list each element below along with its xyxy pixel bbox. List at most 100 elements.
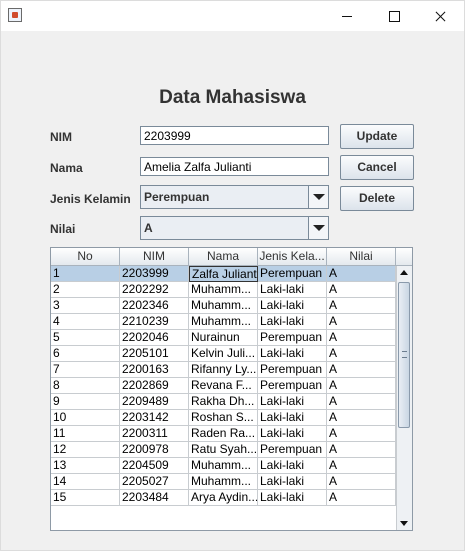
cell-jenis-kelamin[interactable]: Laki-laki: [258, 410, 327, 426]
cell-no[interactable]: 10: [51, 410, 120, 426]
mahasiswa-table[interactable]: No NIM Nama Jenis Kela... Nilai 1 2203999…: [50, 247, 413, 531]
cell-nama[interactable]: Rifanny Ly...: [189, 362, 258, 378]
chevron-down-icon[interactable]: [308, 217, 328, 239]
update-button[interactable]: Update: [340, 124, 414, 149]
cell-jenis-kelamin[interactable]: Laki-laki: [258, 426, 327, 442]
cell-jenis-kelamin[interactable]: Perempuan: [258, 362, 327, 378]
cell-no[interactable]: 6: [51, 346, 120, 362]
cell-nama[interactable]: Roshan S...: [189, 410, 258, 426]
cell-nama[interactable]: Revana F...: [189, 378, 258, 394]
title-bar[interactable]: [1, 1, 464, 31]
cell-nim[interactable]: 2203999: [120, 266, 189, 282]
vertical-scrollbar[interactable]: [396, 266, 412, 530]
cell-jenis-kelamin[interactable]: Laki-laki: [258, 490, 327, 506]
table-row[interactable]: 10 2203142 Roshan S... Laki-laki A: [51, 410, 396, 426]
cell-no[interactable]: 4: [51, 314, 120, 330]
cell-nilai[interactable]: A: [327, 346, 396, 362]
cell-nim[interactable]: 2205101: [120, 346, 189, 362]
cell-nim[interactable]: 2204509: [120, 458, 189, 474]
cell-nilai[interactable]: A: [327, 282, 396, 298]
cell-no[interactable]: 2: [51, 282, 120, 298]
cell-no[interactable]: 3: [51, 298, 120, 314]
cell-nim[interactable]: 2209489: [120, 394, 189, 410]
cell-jenis-kelamin[interactable]: Perempuan: [258, 378, 327, 394]
table-row[interactable]: 8 2202869 Revana F... Perempuan A: [51, 378, 396, 394]
cell-nilai[interactable]: A: [327, 426, 396, 442]
column-header-nim[interactable]: NIM: [120, 248, 189, 266]
cell-nama[interactable]: Muhamm...: [189, 298, 258, 314]
column-header-jenis-kelamin[interactable]: Jenis Kela...: [258, 248, 327, 266]
cell-no[interactable]: 9: [51, 394, 120, 410]
cell-nilai[interactable]: A: [327, 330, 396, 346]
cell-nim[interactable]: 2202346: [120, 298, 189, 314]
cell-jenis-kelamin[interactable]: Laki-laki: [258, 458, 327, 474]
cell-jenis-kelamin[interactable]: Perempuan: [258, 330, 327, 346]
table-row[interactable]: 9 2209489 Rakha Dh... Laki-laki A: [51, 394, 396, 410]
cell-nama[interactable]: Arya Aydin...: [189, 490, 258, 506]
cell-no[interactable]: 15: [51, 490, 120, 506]
cell-no[interactable]: 1: [51, 266, 120, 282]
cell-no[interactable]: 12: [51, 442, 120, 458]
cell-nilai[interactable]: A: [327, 410, 396, 426]
jenis-kelamin-select[interactable]: Perempuan: [140, 185, 329, 209]
table-row[interactable]: 12 2200978 Ratu Syah... Perempuan A: [51, 442, 396, 458]
cell-nama[interactable]: Ratu Syah...: [189, 442, 258, 458]
cell-nama[interactable]: Muhamm...: [189, 282, 258, 298]
column-header-no[interactable]: No: [51, 248, 120, 266]
cell-no[interactable]: 5: [51, 330, 120, 346]
column-header-nama[interactable]: Nama: [189, 248, 258, 266]
cell-nim[interactable]: 2202046: [120, 330, 189, 346]
cell-no[interactable]: 8: [51, 378, 120, 394]
cell-nim[interactable]: 2200311: [120, 426, 189, 442]
cell-nama[interactable]: Muhamm...: [189, 458, 258, 474]
table-row[interactable]: 3 2202346 Muhamm... Laki-laki A: [51, 298, 396, 314]
cell-nilai[interactable]: A: [327, 442, 396, 458]
cell-nama[interactable]: Nurainun: [189, 330, 258, 346]
cell-nim[interactable]: 2202292: [120, 282, 189, 298]
cell-nilai[interactable]: A: [327, 474, 396, 490]
cell-nim[interactable]: 2205027: [120, 474, 189, 490]
cell-nim[interactable]: 2210239: [120, 314, 189, 330]
cell-nama[interactable]: Zalfa Julianti: [189, 266, 258, 282]
cell-nilai[interactable]: A: [327, 490, 396, 506]
cell-nim[interactable]: 2203142: [120, 410, 189, 426]
cancel-button[interactable]: Cancel: [340, 155, 414, 180]
table-row[interactable]: 13 2204509 Muhamm... Laki-laki A: [51, 458, 396, 474]
nama-field[interactable]: [140, 157, 329, 176]
cell-nama[interactable]: Rakha Dh...: [189, 394, 258, 410]
cell-nilai[interactable]: A: [327, 266, 396, 282]
cell-no[interactable]: 14: [51, 474, 120, 490]
table-row[interactable]: 11 2200311 Raden Ra... Laki-laki A: [51, 426, 396, 442]
cell-nilai[interactable]: A: [327, 298, 396, 314]
scroll-up-icon[interactable]: [397, 266, 412, 280]
table-row[interactable]: 4 2210239 Muhamm... Laki-laki A: [51, 314, 396, 330]
cell-jenis-kelamin[interactable]: Perempuan: [258, 266, 327, 282]
cell-nama[interactable]: Muhamm...: [189, 474, 258, 490]
cell-jenis-kelamin[interactable]: Laki-laki: [258, 394, 327, 410]
cell-nilai[interactable]: A: [327, 394, 396, 410]
maximize-icon[interactable]: [371, 1, 417, 31]
cell-jenis-kelamin[interactable]: Perempuan: [258, 442, 327, 458]
scroll-down-icon[interactable]: [397, 516, 412, 530]
cell-no[interactable]: 11: [51, 426, 120, 442]
cell-nilai[interactable]: A: [327, 314, 396, 330]
table-row[interactable]: 7 2200163 Rifanny Ly... Perempuan A: [51, 362, 396, 378]
cell-jenis-kelamin[interactable]: Laki-laki: [258, 346, 327, 362]
cell-nama[interactable]: Raden Ra...: [189, 426, 258, 442]
table-row[interactable]: 1 2203999 Zalfa Julianti Perempuan A: [51, 266, 396, 282]
cell-nim[interactable]: 2200163: [120, 362, 189, 378]
delete-button[interactable]: Delete: [340, 186, 414, 211]
nim-field[interactable]: [140, 126, 329, 145]
cell-no[interactable]: 7: [51, 362, 120, 378]
table-row[interactable]: 2 2202292 Muhamm... Laki-laki A: [51, 282, 396, 298]
cell-nilai[interactable]: A: [327, 362, 396, 378]
cell-jenis-kelamin[interactable]: Laki-laki: [258, 314, 327, 330]
close-icon[interactable]: [417, 1, 463, 31]
cell-no[interactable]: 13: [51, 458, 120, 474]
cell-jenis-kelamin[interactable]: Laki-laki: [258, 282, 327, 298]
table-row[interactable]: 5 2202046 Nurainun Perempuan A: [51, 330, 396, 346]
cell-nim[interactable]: 2203484: [120, 490, 189, 506]
nilai-select[interactable]: A: [140, 216, 329, 240]
cell-nim[interactable]: 2200978: [120, 442, 189, 458]
chevron-down-icon[interactable]: [308, 186, 328, 208]
